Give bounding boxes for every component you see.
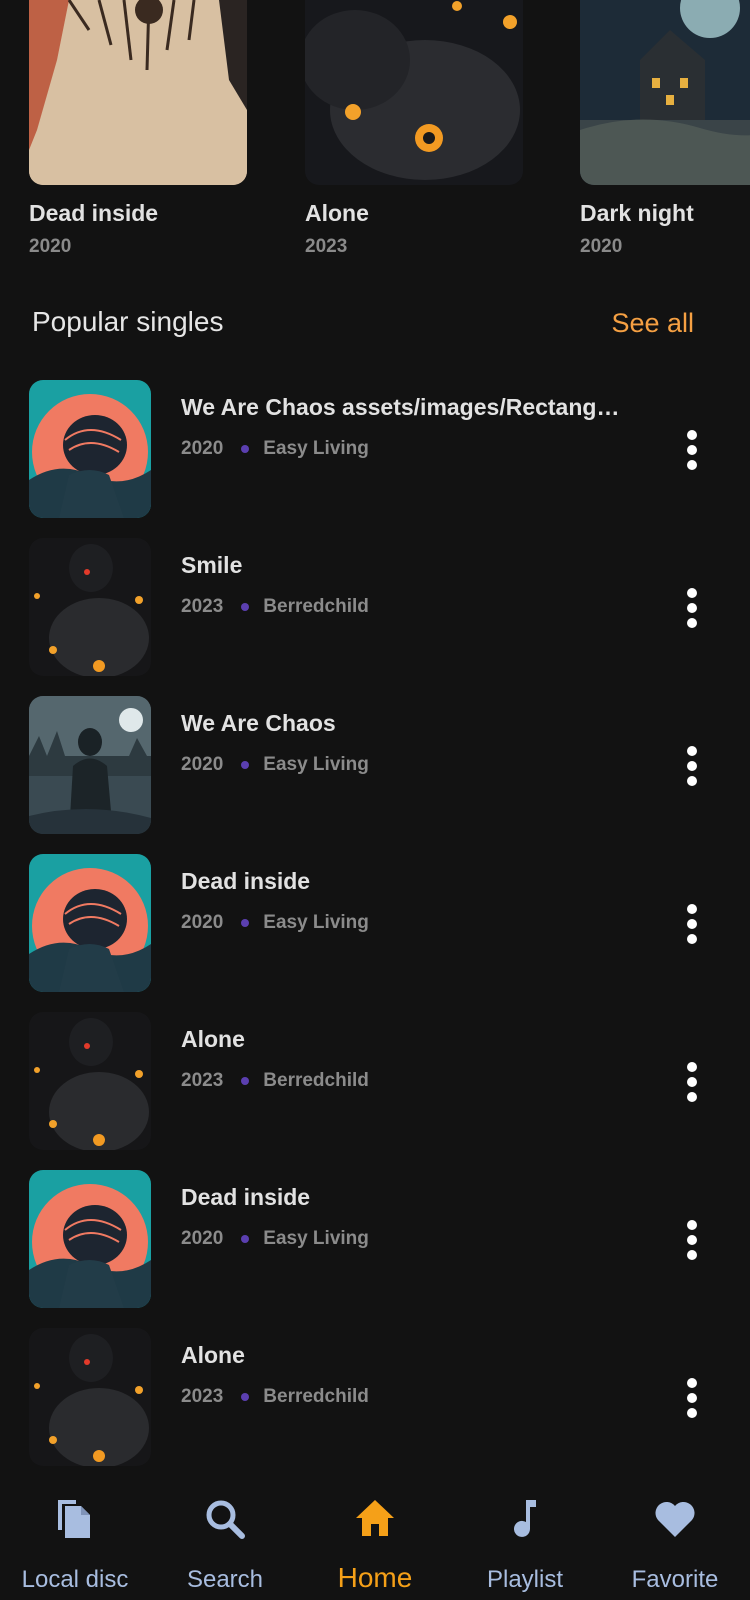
search-icon bbox=[206, 1500, 245, 1539]
separator-dot bbox=[241, 1235, 250, 1243]
nav-label: Local disc bbox=[21, 1566, 129, 1593]
single-artist: Berredchild bbox=[263, 1070, 369, 1091]
single-year: 2020 bbox=[181, 912, 224, 933]
nav-label: Playlist bbox=[486, 1566, 564, 1593]
single-title: Dead inside bbox=[181, 868, 311, 894]
nav-item-search[interactable]: Search bbox=[150, 1470, 300, 1600]
more-options-icon[interactable] bbox=[678, 1376, 706, 1422]
separator-dot bbox=[241, 761, 250, 769]
album-title: Dark night bbox=[580, 200, 694, 226]
single-artist: Berredchild bbox=[263, 596, 369, 617]
file-copy-icon bbox=[58, 1500, 90, 1538]
single-row[interactable]: Dead inside 2020 Easy Living bbox=[0, 854, 750, 994]
single-row[interactable]: Smile 2023 Berredchild bbox=[0, 538, 750, 678]
album-cover[interactable] bbox=[580, 0, 750, 185]
single-artwork[interactable] bbox=[29, 1170, 151, 1308]
single-meta: 2020 Easy Living bbox=[181, 912, 369, 934]
album-year: 2020 bbox=[29, 236, 72, 257]
single-year: 2023 bbox=[181, 1386, 224, 1407]
single-year: 2020 bbox=[181, 754, 224, 775]
album-card[interactable]: Dark night 2020 bbox=[580, 0, 750, 257]
single-row[interactable]: Dead inside 2020 Easy Living bbox=[0, 1170, 750, 1310]
single-title: Dead inside bbox=[181, 1184, 311, 1210]
nav-label: Home bbox=[337, 1562, 413, 1593]
album-cover[interactable] bbox=[305, 0, 523, 185]
single-row[interactable]: We Are Chaos assets/images/Rectangle... 2… bbox=[0, 380, 750, 520]
single-artwork[interactable] bbox=[29, 696, 151, 834]
single-artist: Easy Living bbox=[263, 438, 369, 459]
more-options-icon[interactable] bbox=[678, 1218, 706, 1264]
nav-label: Search bbox=[186, 1566, 264, 1593]
single-year: 2020 bbox=[181, 438, 224, 459]
music-note-icon bbox=[514, 1500, 536, 1537]
single-meta: 2020 Easy Living bbox=[181, 1228, 369, 1250]
single-row[interactable]: Alone 2023 Berredchild bbox=[0, 1012, 750, 1152]
single-year: 2023 bbox=[181, 596, 224, 617]
single-year: 2023 bbox=[181, 1070, 224, 1091]
single-artwork[interactable] bbox=[29, 854, 151, 992]
single-meta: 2023 Berredchild bbox=[181, 1070, 369, 1092]
single-artist: Easy Living bbox=[263, 912, 369, 933]
single-title: We Are Chaos bbox=[181, 710, 336, 736]
album-carousel[interactable]: Dead inside 2020 Alone 2023 Dark night 2… bbox=[0, 0, 750, 260]
single-artwork[interactable] bbox=[29, 1328, 151, 1466]
single-artwork[interactable] bbox=[29, 538, 151, 676]
nav-item-home[interactable]: Home bbox=[300, 1470, 450, 1600]
nav-item-playlist[interactable]: Playlist bbox=[450, 1470, 600, 1600]
album-cover[interactable] bbox=[29, 0, 247, 185]
single-meta: 2020 Easy Living bbox=[181, 438, 369, 460]
more-options-icon[interactable] bbox=[678, 902, 706, 948]
single-artwork[interactable] bbox=[29, 1012, 151, 1150]
single-meta: 2023 Berredchild bbox=[181, 596, 369, 618]
single-artist: Berredchild bbox=[263, 1386, 369, 1407]
separator-dot bbox=[241, 1077, 250, 1085]
separator-dot bbox=[241, 445, 250, 453]
single-artist: Easy Living bbox=[263, 1228, 369, 1249]
single-row[interactable]: Alone 2023 Berredchild bbox=[0, 1328, 750, 1468]
more-options-icon[interactable] bbox=[678, 586, 706, 632]
nav-item-favorite[interactable]: Favorite bbox=[600, 1470, 750, 1600]
more-options-icon[interactable] bbox=[678, 1060, 706, 1106]
single-meta: 2020 Easy Living bbox=[181, 754, 369, 776]
nav-label: Favorite bbox=[631, 1566, 719, 1593]
album-year: 2023 bbox=[305, 236, 348, 257]
album-card[interactable]: Dead inside 2020 bbox=[29, 0, 247, 257]
single-title: Alone bbox=[181, 1026, 245, 1052]
single-meta: 2023 Berredchild bbox=[181, 1386, 369, 1408]
album-title: Alone bbox=[305, 200, 369, 226]
single-year: 2020 bbox=[181, 1228, 224, 1249]
album-year: 2020 bbox=[580, 236, 623, 257]
album-card[interactable]: Alone 2023 bbox=[305, 0, 523, 257]
separator-dot bbox=[241, 1393, 250, 1401]
more-options-icon[interactable] bbox=[678, 744, 706, 790]
single-artist: Easy Living bbox=[263, 754, 369, 775]
nav-item-local-disc[interactable]: Local disc bbox=[0, 1470, 150, 1600]
separator-dot bbox=[241, 603, 250, 611]
single-title: Alone bbox=[181, 1342, 245, 1368]
see-all-button[interactable]: See all bbox=[611, 308, 694, 339]
separator-dot bbox=[241, 919, 250, 927]
single-artwork[interactable] bbox=[29, 380, 151, 518]
section-title: Popular singles bbox=[32, 306, 224, 337]
single-title: We Are Chaos assets/images/Rectangle... bbox=[181, 394, 621, 420]
single-row[interactable]: We Are Chaos 2020 Easy Living bbox=[0, 696, 750, 836]
more-options-icon[interactable] bbox=[678, 428, 706, 474]
album-title: Dead inside bbox=[29, 200, 159, 226]
heart-icon bbox=[655, 1501, 695, 1537]
single-title: Smile bbox=[181, 552, 243, 578]
home-icon bbox=[356, 1500, 394, 1536]
bottom-navigation: Local disc Search Home Playlist Favorite bbox=[0, 1470, 750, 1600]
